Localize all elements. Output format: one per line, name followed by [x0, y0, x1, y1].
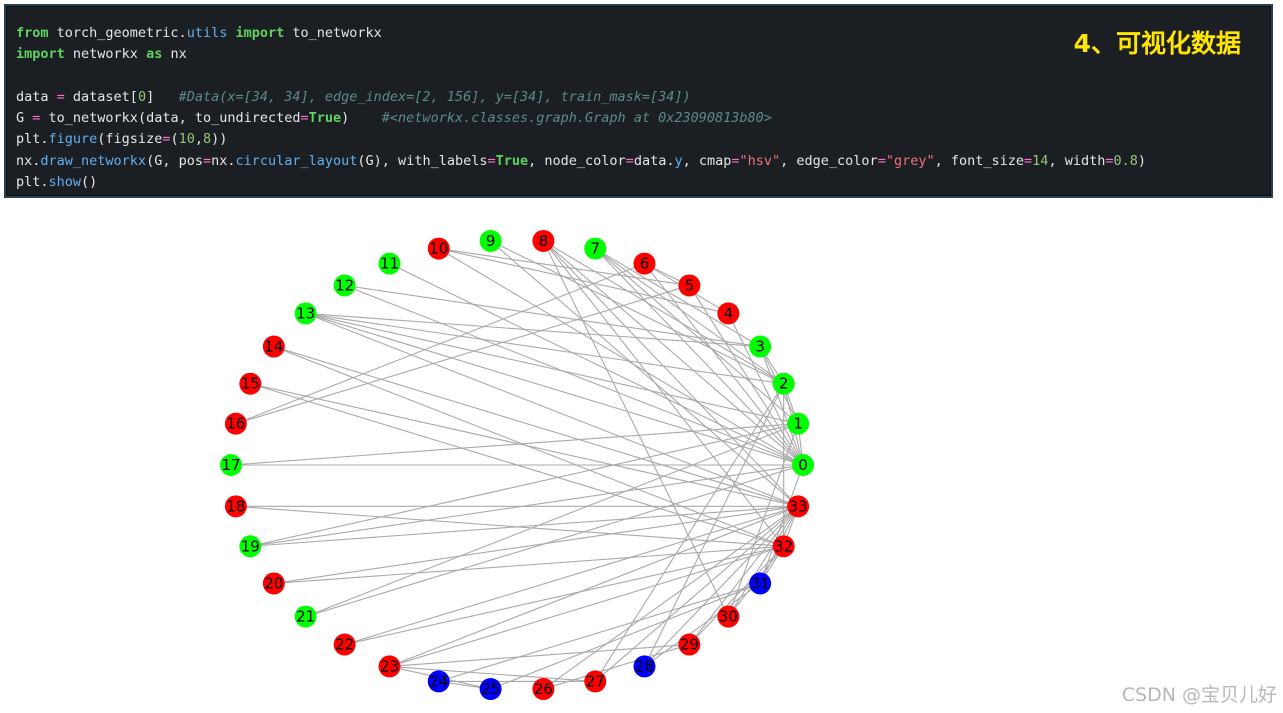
graph-node: 9 [479, 229, 502, 252]
graph-edge [644, 583, 761, 667]
node-label: 7 [590, 240, 600, 258]
node-label: 23 [380, 657, 399, 675]
graph-edge [594, 248, 799, 425]
node-label: 24 [429, 672, 448, 690]
graph-edge [250, 464, 804, 547]
graph-node: 10 [427, 237, 450, 260]
node-label: 15 [241, 375, 260, 393]
node-label: 2 [779, 375, 789, 393]
node-label: 27 [586, 672, 605, 690]
node-label: 16 [226, 415, 245, 433]
node-label: 29 [680, 636, 699, 654]
graph-edge [438, 582, 761, 682]
graph-node: 6 [633, 252, 656, 275]
node-label: 14 [264, 338, 283, 356]
node-label: 32 [774, 537, 793, 555]
graph-edge [543, 644, 690, 690]
graph-node: 21 [294, 605, 317, 628]
node-label: 11 [380, 255, 399, 273]
graph-node: 31 [749, 572, 772, 595]
graph-node: 8 [532, 229, 555, 252]
graph-node: 23 [378, 655, 401, 678]
graph-edge [727, 506, 799, 617]
node-label: 28 [635, 657, 654, 675]
graph-node: 27 [584, 670, 607, 693]
node-label: 4 [724, 304, 734, 322]
graph-node: 26 [532, 678, 555, 701]
node-label: 33 [789, 497, 808, 515]
graph-node: 13 [294, 302, 317, 325]
node-label: 5 [685, 276, 695, 294]
node-label: 25 [481, 680, 500, 698]
graph-node: 2 [772, 372, 795, 395]
graph-node: 20 [262, 572, 285, 595]
graph-edge [542, 240, 785, 547]
node-label: 21 [296, 608, 315, 626]
watermark: CSDN @宝贝儿好 [1121, 684, 1277, 706]
node-label: 8 [539, 232, 549, 250]
graph-node: 24 [427, 670, 450, 693]
graph-edge [644, 263, 804, 466]
graph-node: 19 [239, 535, 262, 558]
graph-edge [543, 240, 784, 385]
graph-node: 3 [749, 335, 772, 358]
graph-edge [543, 505, 799, 690]
graph-node: 28 [633, 655, 656, 678]
graph-edge [389, 505, 799, 667]
node-label: 3 [755, 338, 765, 356]
graph-edge [273, 505, 799, 584]
graph-edge [235, 505, 784, 547]
graph-edge [305, 312, 799, 425]
graph-node: 11 [378, 252, 401, 275]
node-label: 18 [226, 497, 245, 515]
graph-node: 5 [678, 274, 701, 297]
graph-edge [490, 582, 761, 690]
graph-node: 16 [224, 412, 247, 435]
graph-node: 0 [792, 454, 814, 476]
node-label: 22 [335, 636, 354, 654]
graph-edge [644, 505, 799, 667]
graph-edge [250, 505, 799, 547]
graph-edge [273, 545, 784, 584]
graph-edge [305, 312, 804, 466]
graph-edge [305, 423, 799, 618]
graph-edge [389, 263, 804, 466]
graph-node: 4 [717, 302, 740, 325]
edges-layer [230, 240, 804, 690]
node-label: 10 [429, 240, 448, 258]
graph-node: 29 [678, 633, 701, 656]
node-label: 12 [335, 276, 354, 294]
node-label: 9 [486, 232, 496, 250]
node-label: 13 [296, 304, 315, 322]
graph-node: 32 [772, 535, 795, 558]
node-label: 0 [798, 456, 808, 474]
node-label: 26 [534, 680, 553, 698]
graph-node: 15 [239, 372, 262, 395]
graph-edge [235, 263, 645, 425]
node-label: 17 [221, 456, 240, 474]
graph-node: 12 [333, 274, 356, 297]
graph-node: 18 [224, 495, 247, 518]
node-label: 20 [264, 574, 283, 592]
graph-edge [305, 464, 804, 618]
graph-edge [594, 248, 785, 385]
graph-node: 7 [584, 237, 607, 260]
graph-node: 22 [333, 633, 356, 656]
graph-node: 17 [220, 454, 242, 476]
node-label: 19 [241, 537, 260, 555]
graph-node: 14 [262, 335, 285, 358]
node-label: 31 [751, 574, 770, 592]
graph-edge [250, 383, 799, 507]
node-label: 30 [719, 608, 738, 626]
graph-edge [490, 240, 799, 507]
graph-node: 1 [787, 412, 810, 435]
graph-node: 25 [479, 678, 502, 701]
network-graph: 0123456789101112131415161718192021222324… [220, 229, 814, 701]
node-label: 6 [640, 255, 650, 273]
node-label: 1 [793, 415, 803, 433]
graph-edge [230, 423, 799, 466]
graph-node: 33 [787, 495, 810, 518]
graph-node: 30 [717, 605, 740, 628]
